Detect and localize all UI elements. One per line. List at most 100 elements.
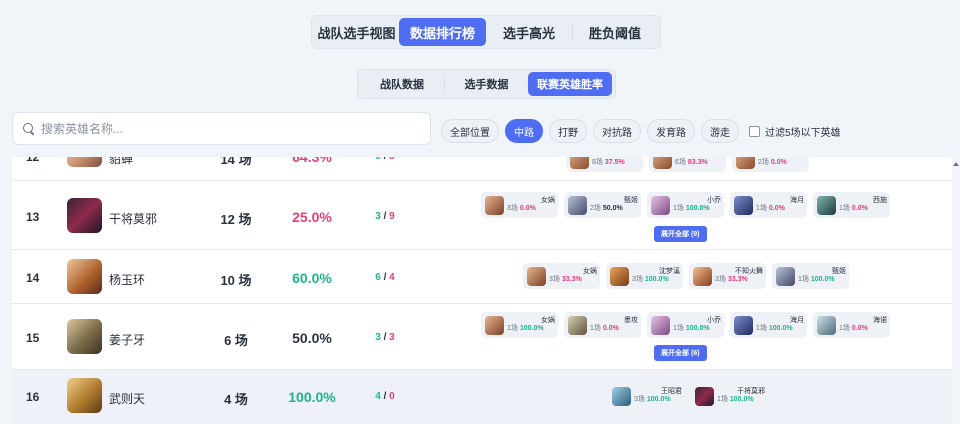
matchup-rate: 100.0% xyxy=(646,396,671,403)
matchup-avatar xyxy=(651,195,670,215)
table-row: 14 杨玉环 10 场 60.0% 6 / 4 女娲 3场 33.3% 沈梦溪 3场… xyxy=(12,250,952,304)
matchup-avatar xyxy=(736,157,755,169)
matchup-card: 甄姬 2场 50.0% xyxy=(564,192,641,218)
tab-team-player-view[interactable]: 战队选手视图 xyxy=(314,18,399,46)
matchup-games: 1场 xyxy=(756,325,767,332)
matchup-rate: 37.5% xyxy=(604,159,625,166)
matchup-games: 1场 xyxy=(717,396,728,403)
row-rank: 14 xyxy=(26,271,40,285)
tab-win-loss-threshold[interactable]: 胜负阈值 xyxy=(573,18,657,46)
matchup-card: 西施 1场 0.0% xyxy=(813,192,890,218)
filter-min-games-checkbox[interactable]: 过滤5场以下英雄 xyxy=(749,124,841,139)
matchup-avatar xyxy=(734,315,753,335)
hero-winrate: 25.0% xyxy=(292,209,332,225)
matchup-hero-name: 沈梦溪 xyxy=(659,268,680,275)
matchup-hero-name: 女娲 xyxy=(541,197,555,204)
main-tab-bar: 战队选手视图 数据排行榜 选手高光 胜负阈值 xyxy=(311,15,661,49)
matchup-hero-name: 女娲 xyxy=(541,317,555,324)
hero-winrate-table: 12 貂蝉 14 场 64.3% 9 / 5 女娲8场 37.5% 甄姬6场 8… xyxy=(12,157,952,424)
matchup-card: 海月 1场 0.0% xyxy=(730,192,807,218)
hero-win-loss: 6 / 4 xyxy=(375,272,395,283)
matchup-hero-name: 西施 xyxy=(873,197,887,204)
wins-count: 3 xyxy=(375,332,381,343)
matchup-card: 甄姬 1场 100.0% xyxy=(772,263,849,289)
matchup-games: 3场 xyxy=(715,276,726,283)
matchup-avatar xyxy=(695,386,714,406)
matchup-list: 女娲 1场 100.0% 墨攻 1场 0.0% 小乔 1场 100.0% 海月 1场 1… xyxy=(481,312,890,338)
losses-count: 0 xyxy=(389,391,395,402)
matchup-hero-name: 干将莫邪 xyxy=(737,388,765,395)
position-filter-bar: 全部位置 中路 打野 对抗路 发育路 游走 过滤5场以下英雄 xyxy=(441,119,841,143)
tab-player-highlights[interactable]: 选手高光 xyxy=(486,18,572,46)
matchup-games: 8场 xyxy=(592,159,603,166)
matchup-card: 沈梦溪 3场 100.0% xyxy=(606,263,683,289)
matchup-avatar xyxy=(817,315,836,335)
hero-name: 杨玉环 xyxy=(109,273,146,287)
hero-games: 14 场 xyxy=(220,157,252,167)
hero-winrate: 50.0% xyxy=(292,330,332,346)
row-rank: 15 xyxy=(26,331,40,345)
matchup-avatar xyxy=(610,266,629,286)
matchup-games: 2场 xyxy=(590,205,601,212)
matchup-avatar xyxy=(485,315,504,335)
matchup-games: 1场 xyxy=(673,205,684,212)
matchup-rate: 0.0% xyxy=(851,325,868,332)
matchup-rate: 33.3% xyxy=(561,276,582,283)
filter-farm-lane[interactable]: 发育路 xyxy=(647,119,695,143)
matchup-games: 3场 xyxy=(634,396,645,403)
matchup-games: 3场 xyxy=(549,276,560,283)
matchup-hero-name: 海月 xyxy=(790,197,804,204)
matchup-hero-name: 海诺 xyxy=(873,317,887,324)
table-row: 16 武则天 4 场 100.0% 4 / 0 王昭君 3场 100.0% 干将莫… xyxy=(12,370,952,424)
matchup-card: 小乔 1场 100.0% xyxy=(647,312,724,338)
table-scrollbar[interactable] xyxy=(952,157,960,424)
matchup-games: 3场 xyxy=(507,205,518,212)
expand-all-button[interactable]: 展开全部 (9) xyxy=(654,226,707,242)
losses-count: 9 xyxy=(389,211,395,222)
filter-mid-lane[interactable]: 中路 xyxy=(505,119,543,143)
search-icon xyxy=(23,122,35,135)
matchup-card: 干将莫邪 1场 100.0% xyxy=(691,383,768,409)
matchup-avatar xyxy=(776,266,795,286)
matchup-avatar xyxy=(485,195,504,215)
matchup-rate: 33.3% xyxy=(727,276,748,283)
row-rank: 12 xyxy=(26,157,40,164)
tab-team-data[interactable]: 战队数据 xyxy=(360,72,444,96)
expand-all-button[interactable]: 展开全部 (6) xyxy=(654,345,707,361)
hero-games: 10 场 xyxy=(220,273,252,288)
matchup-avatar xyxy=(568,315,587,335)
tab-hero-winrate[interactable]: 联赛英雄胜率 xyxy=(528,72,612,96)
matchup-hero-name: 小乔 xyxy=(707,317,721,324)
hero-winrate: 64.3% xyxy=(292,157,332,165)
hero-search-box[interactable] xyxy=(12,112,431,145)
matchup-list: 女娲 3场 0.0% 甄姬 2场 50.0% 小乔 1场 100.0% 海月 1场 0.… xyxy=(481,192,890,218)
matchup-avatar xyxy=(734,195,753,215)
matchup-avatar xyxy=(568,195,587,215)
tab-data-leaderboard[interactable]: 数据排行榜 xyxy=(399,18,486,46)
matchup-card: 女娲 3场 0.0% xyxy=(481,192,558,218)
matchup-card: 海诺 1场 0.0% xyxy=(813,312,890,338)
filter-clash-lane[interactable]: 对抗路 xyxy=(593,119,641,143)
search-input[interactable] xyxy=(41,121,421,136)
matchup-card: 女娲 1场 100.0% xyxy=(481,312,558,338)
matchup-rate: 100.0% xyxy=(810,276,835,283)
matchup-rate: 0.0% xyxy=(519,205,536,212)
matchup-hero-name: 甄姬 xyxy=(624,197,638,204)
filter-jungle[interactable]: 打野 xyxy=(549,119,587,143)
checkbox-box[interactable] xyxy=(749,125,760,137)
table-row: 15 姜子牙 6 场 50.0% 3 / 3 女娲 1场 100.0% 墨攻 1场 … xyxy=(12,304,952,370)
matchup-card: 小乔2场 0.0% xyxy=(732,157,809,172)
matchup-games: 1场 xyxy=(507,325,518,332)
checkbox-label: 过滤5场以下英雄 xyxy=(765,127,841,139)
matchup-games: 1场 xyxy=(839,325,850,332)
filter-roam[interactable]: 游走 xyxy=(701,119,739,143)
matchup-hero-name: 甄姬 xyxy=(832,268,846,275)
hero-games: 6 场 xyxy=(224,333,248,348)
filter-all-positions[interactable]: 全部位置 xyxy=(441,119,499,143)
matchup-rate: 0.0% xyxy=(768,205,785,212)
table-row: 13 干将莫邪 12 场 25.0% 3 / 9 女娲 3场 0.0% 甄姬 2场 … xyxy=(12,182,952,250)
tab-player-data[interactable]: 选手数据 xyxy=(445,72,528,96)
hero-avatar xyxy=(67,157,102,167)
hero-name: 姜子牙 xyxy=(109,333,146,347)
scroll-up-icon[interactable] xyxy=(953,162,959,166)
